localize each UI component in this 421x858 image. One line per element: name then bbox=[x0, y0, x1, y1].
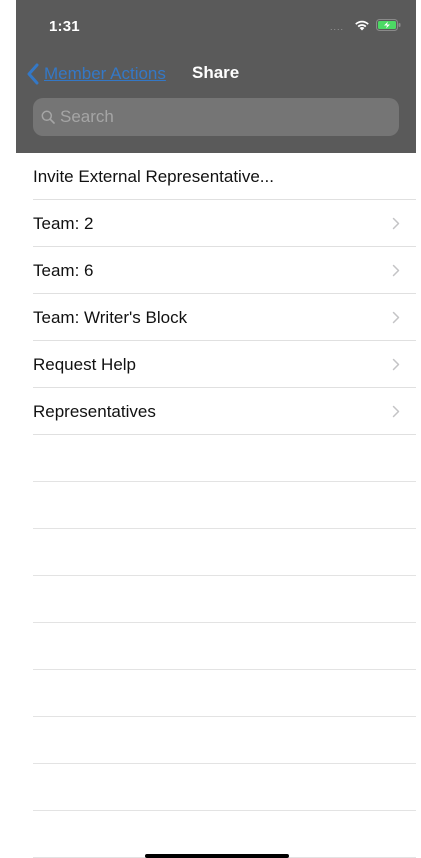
list-item-request-help[interactable]: Request Help bbox=[16, 341, 416, 388]
empty-row-separator bbox=[16, 811, 416, 858]
back-button[interactable]: Member Actions bbox=[26, 60, 166, 88]
share-options-list: Invite External Representative... Team: … bbox=[16, 153, 416, 435]
empty-row-separator bbox=[16, 717, 416, 764]
search-bar[interactable] bbox=[33, 98, 399, 136]
wifi-icon bbox=[355, 20, 369, 31]
list-item-label: Team: 2 bbox=[33, 213, 94, 233]
empty-row-separator bbox=[16, 435, 416, 482]
cellular-signal-icon: .... bbox=[330, 22, 345, 32]
chevron-right-icon bbox=[392, 217, 400, 230]
status-time: 1:31 bbox=[49, 18, 80, 35]
empty-row-separator bbox=[16, 529, 416, 576]
list-item-label: Request Help bbox=[33, 354, 137, 374]
list-item-label: Representatives bbox=[33, 401, 156, 421]
navigation-header: 1:31 .... Member Actions Share bbox=[16, 0, 416, 153]
empty-row-separator bbox=[16, 576, 416, 623]
navigation-bar: Member Actions Share bbox=[16, 60, 416, 90]
battery-charging-icon bbox=[376, 19, 401, 31]
chevron-right-icon bbox=[392, 311, 400, 324]
search-icon bbox=[41, 110, 55, 124]
chevron-right-icon bbox=[392, 358, 400, 371]
status-bar: 1:31 .... bbox=[16, 0, 416, 50]
chevron-left-icon bbox=[27, 63, 39, 85]
empty-list-rows bbox=[16, 435, 416, 858]
list-item-team-2[interactable]: Team: 2 bbox=[16, 200, 416, 247]
home-indicator[interactable] bbox=[145, 854, 289, 858]
list-item-team-writers-block[interactable]: Team: Writer's Block bbox=[16, 294, 416, 341]
list-item-team-6[interactable]: Team: 6 bbox=[16, 247, 416, 294]
page-title: Share bbox=[192, 63, 240, 82]
list-item-label: Invite External Representative... bbox=[33, 166, 274, 186]
search-input[interactable] bbox=[60, 107, 360, 127]
empty-row-separator bbox=[16, 764, 416, 811]
list-item-label: Team: Writer's Block bbox=[33, 307, 188, 327]
empty-row-separator bbox=[16, 623, 416, 670]
back-button-label[interactable]: Member Actions bbox=[44, 64, 166, 84]
empty-row-separator bbox=[16, 482, 416, 529]
empty-row-separator bbox=[16, 670, 416, 717]
list-item-invite-external-representative[interactable]: Invite External Representative... bbox=[16, 153, 416, 200]
list-item-label: Team: 6 bbox=[33, 260, 94, 280]
chevron-right-icon bbox=[392, 264, 400, 277]
chevron-right-icon bbox=[392, 405, 400, 418]
list-item-representatives[interactable]: Representatives bbox=[16, 388, 416, 435]
